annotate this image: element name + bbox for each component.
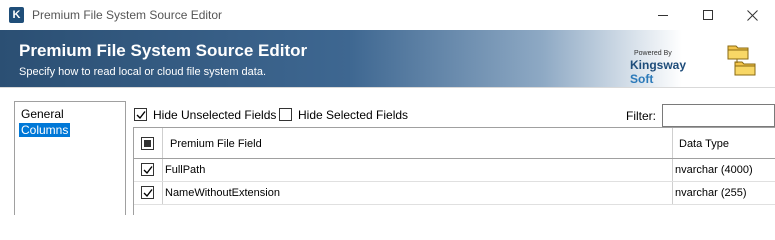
banner-title: Premium File System Source Editor (19, 41, 308, 60)
hide-selected-checkbox[interactable] (279, 108, 292, 121)
nav-item-columns[interactable]: Columns (19, 123, 71, 137)
column-divider (162, 182, 163, 204)
nav-item-general[interactable]: General (19, 107, 66, 121)
hide-unselected-checkbox[interactable] (134, 108, 147, 121)
minimize-button[interactable] (640, 0, 686, 30)
header-field[interactable]: Premium File Field (170, 137, 262, 151)
hide-unselected-label[interactable]: Hide Unselected Fields (153, 108, 276, 122)
nav-list: General Columns (14, 101, 126, 215)
logo-brand-suffix: Soft (630, 72, 654, 86)
indeterminate-icon (144, 140, 151, 147)
kingswaysoft-logo: Powered By Kingsway Soft (618, 49, 708, 86)
checkmark-icon (136, 111, 146, 120)
row-checkbox[interactable] (141, 186, 154, 199)
table-row[interactable]: NameWithoutExtension nvarchar (255) (134, 182, 775, 205)
logo-brand-prefix: Kingsway (630, 58, 687, 72)
column-divider (162, 128, 163, 158)
column-divider (162, 159, 163, 181)
window-title: Premium File System Source Editor (32, 8, 223, 22)
header-data-type[interactable]: Data Type (679, 137, 729, 151)
banner-subtitle: Specify how to read local or cloud file … (19, 66, 267, 78)
select-all-checkbox[interactable] (141, 137, 154, 150)
checkmark-icon (143, 189, 153, 198)
close-button[interactable] (729, 0, 775, 30)
checkmark-icon (143, 166, 153, 175)
header-divider (0, 87, 775, 88)
maximize-button[interactable] (685, 0, 731, 30)
columns-grid: Premium File Field Data Type FullPath nv… (133, 127, 775, 215)
close-icon (746, 9, 758, 21)
cell-field: NameWithoutExtension (165, 187, 280, 199)
column-divider (672, 159, 673, 181)
maximize-icon (703, 10, 713, 20)
cell-field: FullPath (165, 164, 206, 176)
cell-data-type[interactable]: nvarchar (255) (675, 186, 747, 200)
row-checkbox[interactable] (141, 163, 154, 176)
hide-selected-label[interactable]: Hide Selected Fields (298, 108, 408, 122)
logo-brand: Kingsway Soft (630, 58, 708, 86)
folders-icon (727, 45, 756, 76)
window-titlebar: K Premium File System Source Editor (0, 0, 775, 30)
app-icon: K (9, 7, 24, 23)
column-divider (672, 182, 673, 204)
filter-label: Filter: (626, 109, 656, 123)
filter-input[interactable] (662, 104, 775, 127)
grid-header-row: Premium File Field Data Type (134, 128, 775, 159)
logo-powered-by: Powered By (634, 50, 672, 57)
cell-data-type[interactable]: nvarchar (4000) (675, 163, 753, 177)
table-row[interactable]: FullPath nvarchar (4000) (134, 159, 775, 182)
minimize-icon (658, 14, 668, 16)
column-divider (672, 128, 673, 158)
